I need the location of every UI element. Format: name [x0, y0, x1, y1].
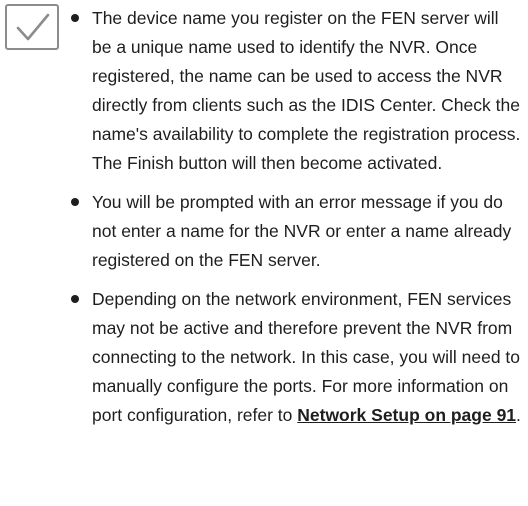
bullet-item: You will be prompted with an error messa…	[70, 188, 522, 275]
network-setup-link[interactable]: Network Setup on page 91	[297, 405, 516, 425]
bullet-dot-icon	[71, 14, 79, 22]
checkmark-icon	[16, 13, 50, 41]
bullet-text-end: .	[516, 405, 521, 425]
note-bullet-list: The device name you register on the FEN …	[70, 4, 522, 440]
bullet-text: The device name you register on the FEN …	[92, 8, 521, 173]
note-checkmark-icon	[5, 4, 59, 50]
bullet-text: You will be prompted with an error messa…	[92, 192, 512, 270]
bullet-dot-icon	[71, 295, 79, 303]
bullet-dot-icon	[71, 198, 79, 206]
bullet-item: Depending on the network environment, FE…	[70, 285, 522, 430]
bullet-item: The device name you register on the FEN …	[70, 4, 522, 178]
